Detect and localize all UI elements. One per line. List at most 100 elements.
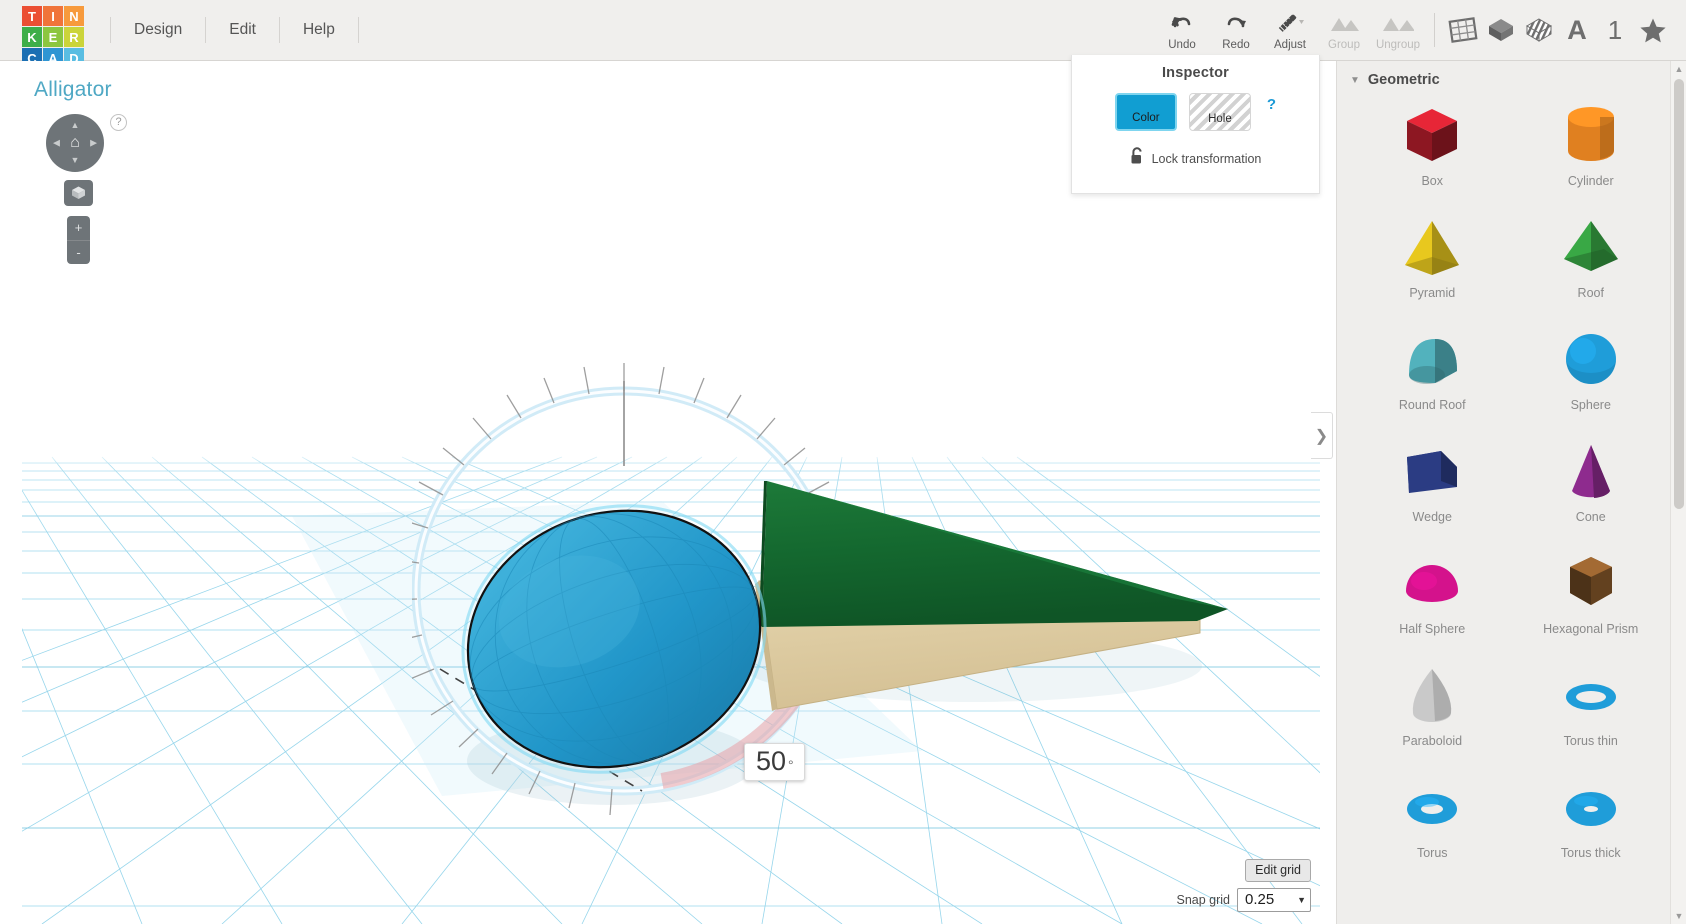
round-roof-icon: [1395, 320, 1469, 400]
undo-button[interactable]: Undo: [1155, 1, 1209, 59]
workplane-icon[interactable]: [1444, 8, 1482, 52]
hole-swatch-button[interactable]: Hole: [1188, 93, 1251, 131]
library-shape-label: Torus: [1416, 846, 1448, 860]
library-shape-cylinder[interactable]: Cylinder: [1512, 96, 1671, 208]
menu-item-edit[interactable]: Edit: [206, 17, 280, 43]
scrollbar-thumb[interactable]: [1674, 79, 1684, 509]
library-shape-torus-thick[interactable]: Torus thick: [1512, 768, 1671, 880]
library-shape-grid: Box Cylinder Pyramid Roof Round Roof Sphere We…: [1337, 88, 1686, 880]
library-shape-label: Hexagonal Prism: [1543, 622, 1639, 636]
cylinder-icon: [1554, 96, 1628, 176]
rotation-angle-unit: °: [788, 757, 794, 773]
group-label: Group: [1328, 38, 1360, 51]
library-shape-label: Half Sphere: [1399, 622, 1466, 636]
library-shape-label: Torus thin: [1563, 734, 1618, 748]
cone-icon: [1554, 432, 1628, 512]
star-icon[interactable]: [1634, 8, 1672, 52]
library-shape-half-sphere[interactable]: Half Sphere: [1353, 544, 1512, 656]
box-icon: [1395, 96, 1469, 176]
rotation-angle-value: 50: [756, 746, 787, 776]
wedge-icon: [1395, 432, 1469, 512]
logo-tile-n: N: [64, 6, 84, 26]
hole-label: Hole: [1208, 113, 1232, 125]
tinkercad-app: TINKERCAD Design Edit Help Undo Redo Adj…: [0, 0, 1686, 924]
library-shape-label: Roof: [1577, 286, 1604, 300]
library-shape-paraboloid[interactable]: Paraboloid: [1353, 656, 1512, 768]
edit-grid-button[interactable]: Edit grid: [1245, 859, 1311, 882]
library-shape-label: Pyramid: [1409, 286, 1456, 300]
library-shape-label: Paraboloid: [1402, 734, 1463, 748]
redo-label: Redo: [1222, 38, 1250, 51]
logo-tile-k: K: [22, 27, 42, 47]
group-button[interactable]: Group: [1317, 1, 1371, 59]
chevron-down-icon: ▼: [1297, 894, 1306, 905]
ungroup-button[interactable]: Ungroup: [1371, 1, 1425, 59]
redo-icon: [1224, 10, 1248, 36]
tinkercad-logo[interactable]: TINKERCAD: [22, 6, 84, 68]
toolbar-divider: [1434, 13, 1435, 47]
color-swatch-button[interactable]: Color: [1114, 93, 1177, 131]
inspector-panel: Inspector Color Hole ? Lock transformati…: [1071, 55, 1320, 194]
library-category-header[interactable]: ▼ Geometric: [1337, 61, 1686, 88]
library-shape-roof[interactable]: Roof: [1512, 208, 1671, 320]
library-shape-torus[interactable]: Torus: [1353, 768, 1512, 880]
library-category-label: Geometric: [1367, 72, 1440, 88]
torus-thick-icon: [1554, 768, 1628, 848]
library-shape-label: Wedge: [1412, 510, 1452, 524]
unlocked-padlock-icon: [1130, 147, 1144, 170]
shape-library-panel: ▼ Geometric Box Cylinder Pyramid Roof Round …: [1336, 61, 1686, 924]
scroll-down-arrow-icon[interactable]: ▼: [1671, 908, 1686, 924]
library-shape-cone[interactable]: Cone: [1512, 432, 1671, 544]
library-shape-wedge[interactable]: Wedge: [1353, 432, 1512, 544]
redo-button[interactable]: Redo: [1209, 1, 1263, 59]
library-shape-pyramid[interactable]: Pyramid: [1353, 208, 1512, 320]
color-label: Color: [1132, 112, 1160, 124]
undo-label: Undo: [1168, 38, 1196, 51]
snap-grid-label: Snap grid: [1176, 893, 1230, 907]
library-shape-label: Box: [1421, 174, 1444, 188]
library-shape-sphere[interactable]: Sphere: [1512, 320, 1671, 432]
solid-view-icon[interactable]: [1482, 8, 1520, 52]
logo-tile-i: I: [43, 6, 63, 26]
snap-grid-select[interactable]: 0.25 ▼: [1237, 888, 1311, 912]
number-tool-icon[interactable]: 1: [1596, 8, 1634, 52]
ungroup-label: Ungroup: [1375, 38, 1421, 51]
group-icon: [1328, 10, 1360, 36]
scroll-up-arrow-icon[interactable]: ▲: [1671, 61, 1686, 77]
library-shape-torus-thin[interactable]: Torus thin: [1512, 656, 1671, 768]
menu-item-design[interactable]: Design: [110, 17, 207, 43]
inspector-help-badge[interactable]: ?: [1267, 96, 1276, 113]
menu-item-help[interactable]: Help: [280, 17, 359, 43]
library-shape-round-roof[interactable]: Round Roof: [1353, 320, 1512, 432]
logo-tile-e: E: [43, 27, 63, 47]
lock-transformation-row[interactable]: Lock transformation: [1072, 147, 1319, 170]
top-bar: TINKERCAD Design Edit Help Undo Redo Adj…: [0, 0, 1686, 68]
library-shape-label: Sphere: [1570, 398, 1611, 412]
snap-grid-row: Snap grid 0.25 ▼: [1176, 888, 1311, 912]
library-shape-box[interactable]: Box: [1353, 96, 1512, 208]
library-scrollbar[interactable]: ▲ ▼: [1670, 61, 1686, 924]
torus-thin-icon: [1554, 656, 1628, 736]
adjust-icon: [1275, 10, 1305, 36]
paraboloid-icon: [1395, 656, 1469, 736]
inspector-swatches: Color Hole ?: [1072, 93, 1319, 131]
toolbar: Undo Redo Adjust Group Ungroup A 1: [1155, 0, 1686, 60]
library-shape-hexagonal-prism[interactable]: Hexagonal Prism: [1512, 544, 1671, 656]
torus-icon: [1395, 768, 1469, 848]
library-shape-label: Cone: [1575, 510, 1606, 524]
pyramid-icon: [1395, 208, 1469, 288]
logo-tile-r: R: [64, 27, 84, 47]
hexagonal-prism-icon: [1554, 544, 1628, 624]
undo-icon: [1170, 10, 1194, 36]
library-shape-label: Cylinder: [1567, 174, 1614, 188]
roof-icon: [1554, 208, 1628, 288]
sphere-icon: [1554, 320, 1628, 400]
logo-tile-t: T: [22, 6, 42, 26]
library-shape-label: Round Roof: [1398, 398, 1466, 412]
lock-transformation-label: Lock transformation: [1151, 151, 1262, 166]
text-tool-icon[interactable]: A: [1558, 8, 1596, 52]
panel-collapse-handle[interactable]: ❯: [1311, 412, 1333, 459]
adjust-button[interactable]: Adjust: [1263, 1, 1317, 59]
transparent-view-icon[interactable]: [1520, 8, 1558, 52]
main-menu: Design Edit Help: [110, 0, 359, 60]
